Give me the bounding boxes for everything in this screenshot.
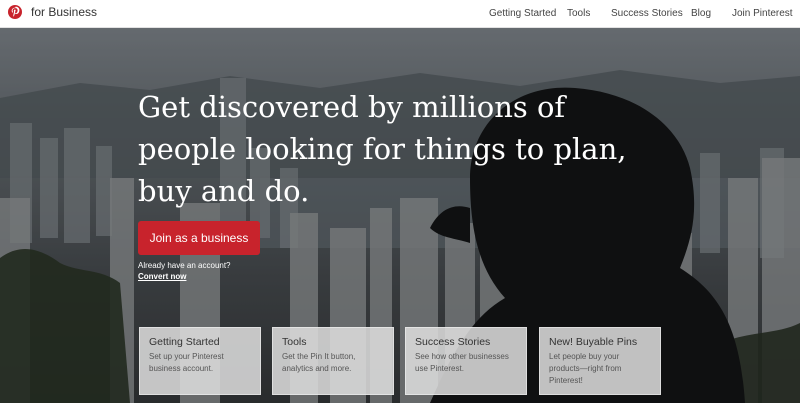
- card-desc-line: Let people buy your: [549, 352, 620, 361]
- headline-line-2: people looking for things to plan,: [138, 132, 627, 166]
- brand-label: for Business: [31, 5, 98, 19]
- hero-headline: Get discovered by millions of people loo…: [138, 86, 658, 212]
- card-desc-line: Pinterest!: [549, 376, 583, 385]
- card-description: See how other businesses use Pinterest.: [415, 351, 517, 375]
- card-description: Let people buy your products—right from …: [549, 351, 651, 387]
- nav-link-blog[interactable]: Blog: [691, 7, 711, 21]
- card-desc-line: business account.: [149, 364, 214, 373]
- card-getting-started[interactable]: Getting Started Set up your Pinterest bu…: [139, 327, 261, 395]
- convert-now-link[interactable]: Convert now: [138, 272, 186, 282]
- nav-link-join-pinterest[interactable]: Join Pinterest: [732, 7, 793, 21]
- card-desc-line: Get the Pin It button,: [282, 352, 356, 361]
- card-tools[interactable]: Tools Get the Pin It button, analytics a…: [272, 327, 394, 395]
- nav-link-success-stories[interactable]: Success Stories: [611, 7, 683, 21]
- brand-logo-link[interactable]: for Business: [8, 5, 97, 19]
- card-description: Set up your Pinterest business account.: [149, 351, 251, 375]
- headline-line-3: buy and do.: [138, 174, 310, 208]
- card-desc-line: See how other businesses: [415, 352, 509, 361]
- card-desc-line: analytics and more.: [282, 364, 352, 373]
- hero-background-image: [0, 28, 800, 403]
- card-desc-line: Set up your Pinterest: [149, 352, 224, 361]
- account-prompt: Already have an account?: [138, 261, 231, 270]
- nav-link-tools[interactable]: Tools: [567, 7, 590, 21]
- card-title: Success Stories: [415, 336, 491, 348]
- join-as-business-button[interactable]: Join as a business: [138, 221, 260, 255]
- card-desc-line: use Pinterest.: [415, 364, 464, 373]
- card-title: Tools: [282, 336, 307, 348]
- top-navigation-bar: for Business Getting Started Tools Succe…: [0, 0, 800, 28]
- card-title: New! Buyable Pins: [549, 336, 638, 348]
- card-title: Getting Started: [149, 336, 220, 348]
- card-buyable-pins[interactable]: New! Buyable Pins Let people buy your pr…: [539, 327, 661, 395]
- hero-section: Get discovered by millions of people loo…: [0, 28, 800, 403]
- card-description: Get the Pin It button, analytics and mor…: [282, 351, 384, 375]
- card-success-stories[interactable]: Success Stories See how other businesses…: [405, 327, 527, 395]
- card-desc-line: products—right from: [549, 364, 622, 373]
- pinterest-logo-icon: [8, 5, 22, 19]
- headline-line-1: Get discovered by millions of: [138, 90, 566, 124]
- nav-link-getting-started[interactable]: Getting Started: [489, 7, 556, 21]
